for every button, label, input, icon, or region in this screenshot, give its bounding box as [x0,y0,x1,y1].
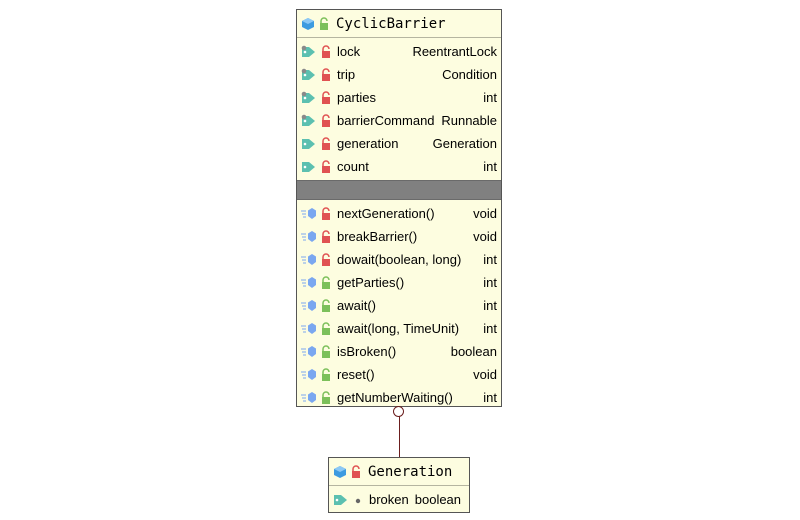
class-box-generation[interactable]: Generation broken boolean [328,457,470,513]
method-name: breakBarrier() [337,229,418,244]
class-box-cyclicbarrier[interactable]: CyclicBarrier lock ReentrantLock trip Condi… [296,9,502,407]
method-return-type: boolean [450,344,497,359]
private-lock-icon [320,67,332,82]
method-row[interactable]: await(long, TimeUnit) int [297,317,501,340]
public-lock-icon [320,367,332,382]
method-return-type: int [483,275,497,290]
private-lock-icon [320,229,332,244]
class-header: CyclicBarrier [297,10,501,38]
private-lock-icon [320,113,332,128]
method-row[interactable]: nextGeneration() void [297,202,501,225]
method-icon [301,322,317,336]
field-type: int [483,159,497,174]
method-row[interactable]: reset() void [297,363,501,386]
private-lock-icon [320,44,332,59]
final-field-icon [301,45,317,59]
field-icon [333,493,349,507]
public-lock-icon [320,298,332,313]
field-icon [301,160,317,174]
uml-diagram-canvas: { "main_class": { "name": "CyclicBarrier… [0,0,800,520]
private-lock-icon [320,136,332,151]
field-type: ReentrantLock [412,44,497,59]
class-name: CyclicBarrier [336,15,446,32]
method-icon [301,253,317,267]
method-name: getNumberWaiting() [337,390,453,405]
method-return-type: int [483,321,497,336]
field-name: parties [337,90,377,105]
field-row[interactable]: trip Condition [297,63,501,86]
method-icon [301,276,317,290]
final-field-icon [301,91,317,105]
method-name: await(long, TimeUnit) [337,321,460,336]
class-header: Generation [329,458,469,486]
public-lock-icon [320,344,332,359]
field-icon [301,137,317,151]
method-icon [301,391,317,405]
method-icon [301,345,317,359]
final-field-icon [301,114,317,128]
method-row[interactable]: await() int [297,294,501,317]
method-icon [301,207,317,221]
method-icon [301,230,317,244]
method-name: nextGeneration() [337,206,435,221]
field-type: boolean [414,492,462,507]
method-row[interactable]: dowait(boolean, long) int [297,248,501,271]
private-lock-icon [320,159,332,174]
field-row[interactable]: broken boolean [329,488,469,511]
method-return-type: void [473,367,497,382]
field-row[interactable]: parties int [297,86,501,109]
method-icon [301,368,317,382]
field-method-separator [297,180,501,200]
public-lock-icon [320,321,332,336]
field-row[interactable]: count int [297,155,501,178]
field-type: Condition [442,67,497,82]
field-list: lock ReentrantLock trip Condition parties int… [297,38,501,180]
method-row[interactable]: isBroken() boolean [297,340,501,363]
private-lock-icon [320,206,332,221]
field-name: trip [337,67,356,82]
method-icon [301,299,317,313]
field-name: barrierCommand [337,113,435,128]
final-field-icon [301,68,317,82]
field-type: Runnable [441,113,497,128]
field-row[interactable]: barrierCommand Runnable [297,109,501,132]
method-name: dowait(boolean, long) [337,252,462,267]
class-icon [301,17,315,31]
method-return-type: int [483,252,497,267]
method-name: await() [337,298,377,313]
private-lock-icon [320,90,332,105]
field-row[interactable]: generation Generation [297,132,501,155]
method-name: reset() [337,367,375,382]
class-name: Generation [368,463,453,480]
method-list: nextGeneration() void breakBarrier() void do… [297,200,501,411]
method-name: isBroken() [337,344,397,359]
public-lock-icon [320,275,332,290]
method-return-type: void [473,229,497,244]
field-name: broken [369,492,409,507]
field-row[interactable]: lock ReentrantLock [297,40,501,63]
method-row[interactable]: breakBarrier() void [297,225,501,248]
method-name: getParties() [337,275,405,290]
method-return-type: int [483,298,497,313]
field-type: int [483,90,497,105]
package-visibility-icon [352,493,364,507]
method-row[interactable]: getParties() int [297,271,501,294]
inner-class-connector-line [398,416,400,458]
private-lock-icon [350,464,362,479]
method-return-type: void [473,206,497,221]
public-lock-icon [318,16,330,31]
field-type: Generation [432,136,497,151]
field-list: broken boolean [329,486,469,513]
field-name: generation [337,136,399,151]
field-name: count [337,159,369,174]
private-lock-icon [320,252,332,267]
class-icon [333,465,347,479]
method-return-type: int [483,390,497,405]
field-name: lock [337,44,361,59]
public-lock-icon [320,390,332,405]
